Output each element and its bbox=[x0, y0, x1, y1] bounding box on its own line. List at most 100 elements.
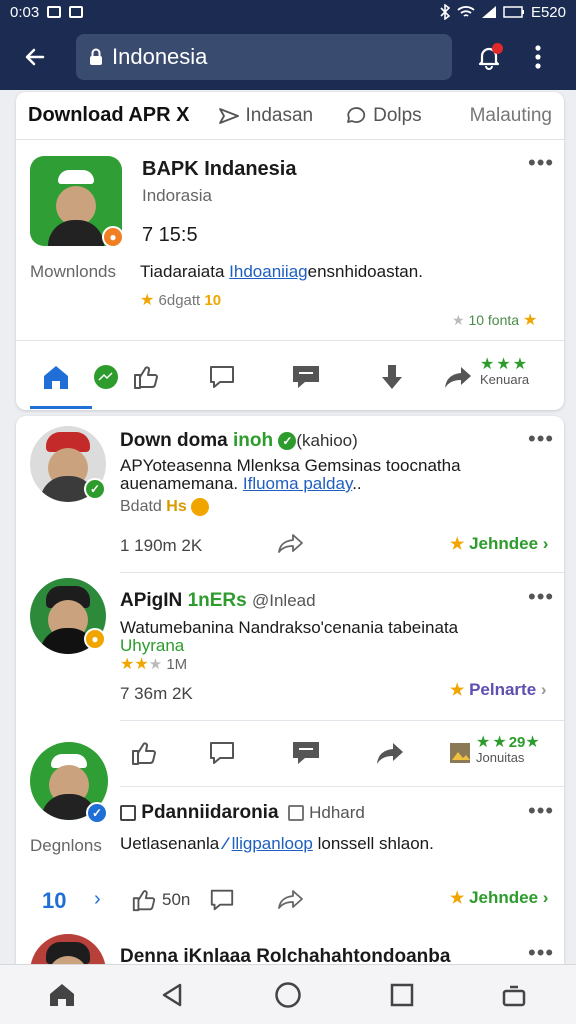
tab-dolps[interactable]: Dolps bbox=[345, 105, 422, 127]
post-text: Uetlasenanla ⁄ lligpanloop lonssell shla… bbox=[120, 834, 434, 854]
notifications-button[interactable] bbox=[466, 34, 512, 80]
verified-badge: ✓ bbox=[84, 478, 106, 500]
post-line-2: Uhyrana bbox=[120, 636, 185, 655]
post-link[interactable]: lligpanloop bbox=[232, 834, 313, 853]
comment-action-button[interactable] bbox=[202, 733, 242, 773]
post-author[interactable]: APigIN 1nERs @Inlead bbox=[120, 590, 316, 612]
overflow-menu-button[interactable] bbox=[518, 34, 558, 80]
right-rating: ★ 10 fonta ★ bbox=[452, 310, 537, 330]
share-action-button[interactable] bbox=[370, 733, 410, 773]
comment-action-button[interactable] bbox=[202, 357, 242, 397]
like-action-button[interactable] bbox=[126, 357, 166, 397]
cta-label: Jehndee bbox=[469, 888, 539, 907]
post-link[interactable]: Ifluoma palday bbox=[243, 474, 352, 493]
arrow-left-icon bbox=[25, 48, 45, 66]
message-icon bbox=[293, 366, 319, 388]
rating-row: ★★★ 1M bbox=[120, 654, 187, 674]
chevron-right-icon[interactable]: › bbox=[94, 888, 101, 911]
bluetooth-icon bbox=[440, 4, 451, 20]
post-counts: 7 36m 2K bbox=[120, 684, 193, 703]
share-button[interactable] bbox=[270, 880, 310, 920]
downloads-label: Mownlonds bbox=[30, 262, 116, 281]
more-vertical-icon bbox=[535, 45, 541, 69]
share-action-button[interactable] bbox=[438, 357, 478, 397]
more-options-button[interactable]: ••• bbox=[528, 150, 554, 176]
more-options-button[interactable]: ••• bbox=[528, 798, 554, 824]
chevron-right-icon: › bbox=[542, 888, 549, 907]
messenger-icon bbox=[94, 365, 118, 389]
post-text-a: Uetlasenanla bbox=[120, 834, 220, 853]
like-action-button[interactable] bbox=[124, 733, 164, 773]
cta-link[interactable]: ★ Pelnarte › bbox=[450, 680, 547, 700]
share-icon bbox=[445, 367, 471, 388]
rating-badge: 10 bbox=[204, 292, 222, 309]
image-action-button[interactable] bbox=[440, 733, 480, 773]
status-time: 0:03 bbox=[10, 3, 40, 21]
tab-download[interactable]: Download APR X bbox=[28, 104, 189, 127]
home-action-button[interactable] bbox=[36, 357, 76, 397]
download-action-button[interactable] bbox=[372, 357, 412, 397]
cta-label: Jehndee bbox=[469, 534, 539, 553]
search-value: Indonesia bbox=[112, 44, 208, 69]
post-line-2b: .. bbox=[352, 474, 362, 493]
feed-card: ✓ Down doma inoh ✓ (kahioo) ••• APYotease… bbox=[16, 416, 564, 1010]
chat-bubble-icon bbox=[347, 106, 366, 123]
right-rating-text: 10 fonta bbox=[468, 312, 520, 328]
rotate-nav-button[interactable] bbox=[494, 975, 534, 1015]
star-empty: ★ bbox=[148, 656, 163, 673]
lock-icon bbox=[90, 48, 102, 65]
coin-icon bbox=[191, 498, 210, 516]
divider bbox=[120, 572, 564, 573]
featured-card: Download APR X Indasan Dolps Malauting ●… bbox=[16, 92, 564, 410]
post-author[interactable]: BAPK Indanesia bbox=[142, 158, 296, 181]
home-circle-nav-button[interactable] bbox=[268, 975, 308, 1015]
cta-link[interactable]: ★ Jehndee › bbox=[450, 534, 548, 554]
message-action-button[interactable] bbox=[286, 357, 326, 397]
photo-icon bbox=[287, 804, 304, 821]
divider bbox=[16, 340, 564, 341]
cta-label: Pelnarte bbox=[469, 680, 537, 699]
author-name-green: 1nERs bbox=[187, 590, 247, 611]
post-line-2a: auenamemana. bbox=[120, 474, 239, 493]
search-input[interactable]: Indonesia bbox=[76, 34, 452, 80]
notification-dot bbox=[492, 43, 503, 54]
green-star: ★ bbox=[525, 734, 542, 751]
divider bbox=[120, 720, 564, 721]
green-stars: ★★★ bbox=[480, 356, 530, 373]
back-nav-button[interactable] bbox=[152, 975, 192, 1015]
like-action-button[interactable] bbox=[124, 880, 164, 920]
wifi-icon bbox=[457, 6, 475, 17]
send-icon bbox=[219, 107, 240, 124]
share-button[interactable] bbox=[270, 524, 310, 564]
rating-action[interactable]: ★★29★ Jonuitas bbox=[476, 732, 542, 765]
tab-indasan[interactable]: Indasan bbox=[219, 105, 313, 127]
post-item: ● BAPK Indanesia Indorasia 7 15:5 ••• Mo… bbox=[16, 140, 564, 410]
more-options-button[interactable]: ••• bbox=[528, 940, 554, 966]
chevron-right-icon: › bbox=[542, 534, 549, 553]
app-notification-icon bbox=[69, 6, 84, 18]
count-number: 10 bbox=[42, 888, 67, 913]
meta-text: Bdatd bbox=[120, 498, 162, 516]
comment-action-button[interactable] bbox=[202, 880, 242, 920]
star-icon: ★ bbox=[450, 536, 465, 553]
rating-action[interactable]: ★★★ Kenuara bbox=[480, 354, 529, 387]
post-author[interactable]: Pdanniidaronia Hdhard bbox=[120, 802, 365, 824]
more-options-button[interactable]: ••• bbox=[528, 426, 554, 452]
gallery-notification-icon bbox=[47, 6, 62, 18]
post-author[interactable]: Down doma inoh ✓ (kahioo) bbox=[120, 430, 358, 452]
home-icon bbox=[44, 366, 68, 389]
tab-malauting[interactable]: Malauting bbox=[470, 105, 552, 127]
home-nav-button[interactable] bbox=[42, 975, 82, 1015]
messenger-action-button[interactable] bbox=[86, 357, 126, 397]
image-icon bbox=[450, 743, 470, 763]
post-link[interactable]: Ihdoaniiag bbox=[229, 262, 307, 281]
recents-nav-button[interactable] bbox=[382, 975, 422, 1015]
check-icon: ✓ bbox=[278, 431, 297, 450]
share-outline-icon bbox=[278, 534, 303, 553]
likes-count: 50n bbox=[162, 890, 191, 909]
more-options-button[interactable]: ••• bbox=[528, 584, 554, 610]
message-action-button[interactable] bbox=[286, 733, 326, 773]
post-item: ✓ Pdanniidaronia Hdhard ••• Degnlons Uet… bbox=[16, 742, 564, 938]
cta-link[interactable]: ★ Jehndee › bbox=[450, 888, 548, 908]
back-button[interactable] bbox=[10, 32, 60, 82]
